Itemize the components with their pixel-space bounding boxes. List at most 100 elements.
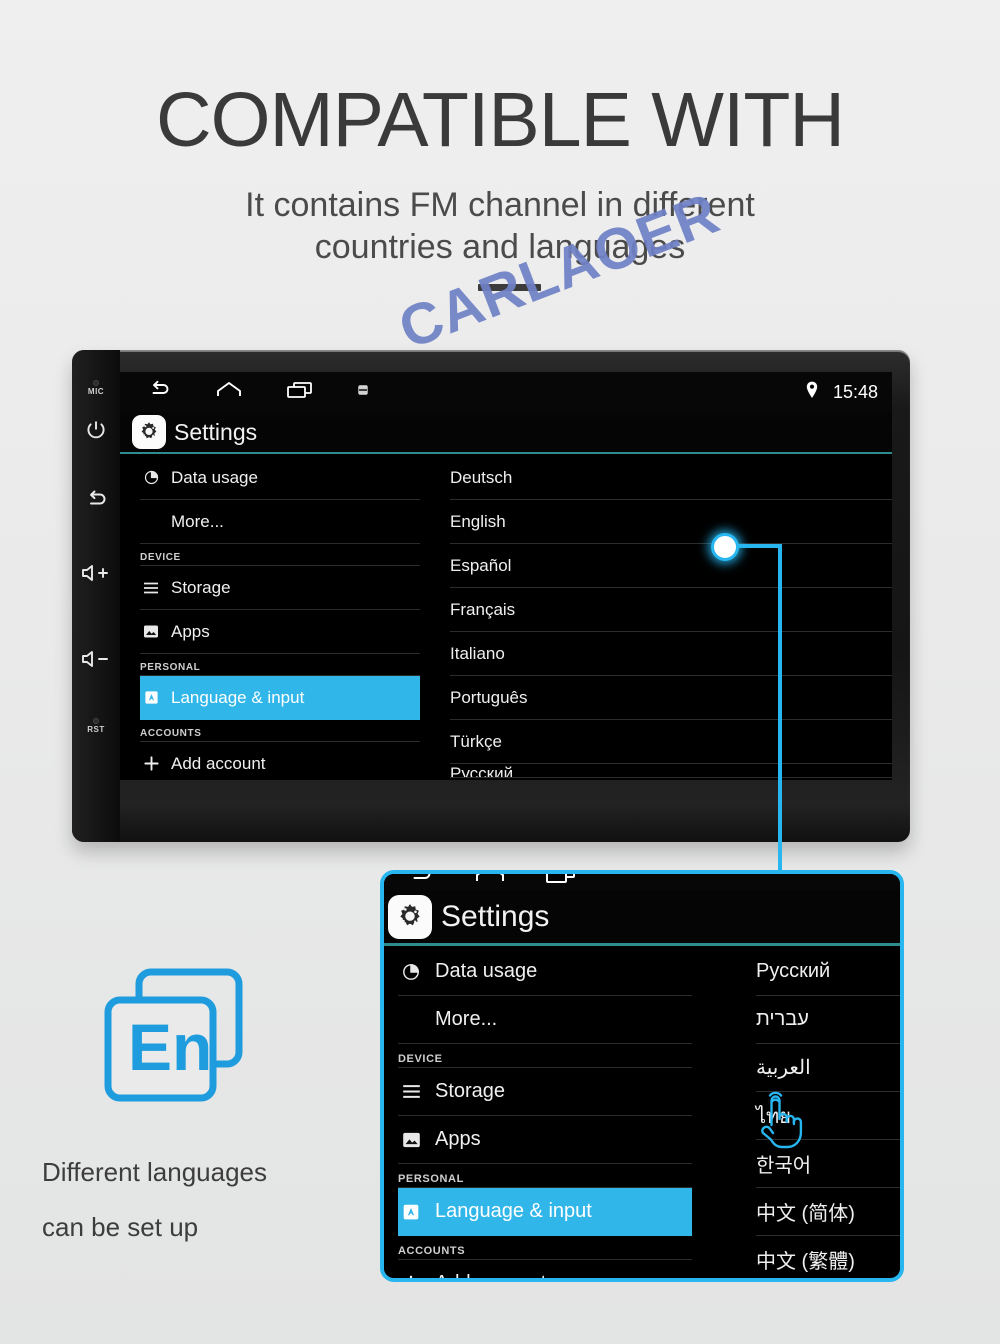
- subtitle-line-2: countries and languages: [314, 228, 686, 266]
- status-bar-right: 15:48: [805, 372, 878, 412]
- callout-line-horizontal: [736, 544, 782, 548]
- language-option[interactable]: 한국어: [756, 1140, 900, 1188]
- inset-app-header: Settings: [384, 890, 900, 946]
- settings-item-label: Language & input: [435, 1200, 592, 1222]
- settings-item-label: More...: [171, 511, 224, 531]
- en-logo-text: En: [128, 1010, 212, 1084]
- storage-icon: [398, 1083, 424, 1100]
- settings-item-more[interactable]: More...: [140, 500, 420, 544]
- settings-item-label: Data usage: [171, 467, 258, 487]
- inset-settings-body: Data usage More... DEVICE Storage Apps P…: [384, 946, 900, 1278]
- language-cards-icon: En: [98, 966, 258, 1116]
- language-option[interactable]: Español: [450, 544, 892, 588]
- reset-pinhole-icon: [93, 718, 99, 724]
- home-icon[interactable]: [474, 874, 506, 890]
- page-title: COMPATIBLE WITH: [155, 77, 845, 163]
- language-option[interactable]: 中文 (繁體): [756, 1236, 900, 1278]
- feature-caption-line-2: can be set up: [42, 1212, 199, 1242]
- android-navigation-bar: 15:48: [120, 372, 892, 412]
- data-usage-icon: [140, 470, 162, 485]
- reset-label: RST: [87, 725, 105, 734]
- settings-item-label: Storage: [171, 577, 231, 597]
- settings-item-label: Apps: [435, 1128, 481, 1150]
- language-option[interactable]: Русский: [450, 764, 892, 778]
- settings-item-data-usage[interactable]: Data usage: [398, 948, 692, 996]
- settings-item-label: Apps: [171, 621, 210, 641]
- inset-settings-menu-column: Data usage More... DEVICE Storage Apps P…: [384, 946, 692, 1278]
- settings-item-label: Language & input: [171, 687, 305, 707]
- location-pin-icon: [805, 381, 819, 404]
- settings-item-label: More...: [435, 1008, 498, 1030]
- home-icon[interactable]: [215, 380, 243, 405]
- mic-label: MIC: [87, 387, 105, 396]
- volume-up-icon: [82, 565, 108, 581]
- settings-menu-column: Data usage More... DEVICE Storage Apps P…: [120, 454, 420, 778]
- reset-button[interactable]: RST: [72, 718, 120, 734]
- back-hardware-button[interactable]: [72, 488, 120, 517]
- gear-glyph: [141, 422, 157, 439]
- settings-gear-icon: [388, 894, 432, 939]
- callout-dot: [711, 533, 739, 561]
- settings-item-storage[interactable]: Storage: [398, 1068, 692, 1116]
- language-icon: [140, 690, 162, 705]
- settings-item-label: Add account: [171, 753, 266, 773]
- language-option[interactable]: Português: [450, 676, 892, 720]
- settings-item-apps[interactable]: Apps: [398, 1116, 692, 1164]
- apps-icon: [140, 624, 162, 639]
- language-option[interactable]: English: [450, 500, 892, 544]
- device-left-bezel: MIC RST: [72, 350, 120, 842]
- language-option[interactable]: Français: [450, 588, 892, 632]
- settings-item-add-account[interactable]: Add account: [398, 1260, 692, 1278]
- clock-time: 15:48: [832, 381, 878, 402]
- recents-icon[interactable]: [544, 874, 578, 890]
- settings-item-add-account[interactable]: Add account: [140, 742, 420, 780]
- settings-category-device: DEVICE: [140, 544, 420, 566]
- language-option[interactable]: Русский: [756, 948, 900, 996]
- volume-up-button[interactable]: [72, 562, 120, 589]
- callout-line-vertical: [778, 544, 782, 876]
- mic-button[interactable]: MIC: [72, 380, 120, 396]
- language-option[interactable]: العربية: [756, 1044, 900, 1092]
- language-list-column: Deutsch English Español Français Italian…: [420, 454, 892, 778]
- settings-gear-icon: [132, 415, 166, 449]
- feature-caption-line-1: Different languages: [42, 1157, 268, 1187]
- settings-item-storage[interactable]: Storage: [140, 566, 420, 610]
- car-head-unit-device: MIC RST 15:48 Settings Data usage More..…: [72, 350, 910, 842]
- language-option[interactable]: Türkçe: [450, 720, 892, 764]
- settings-category-personal: PERSONAL: [140, 654, 420, 676]
- title-divider: [478, 284, 541, 291]
- language-icon: [398, 1203, 424, 1221]
- nav-icon-group: [146, 380, 369, 405]
- settings-item-data-usage[interactable]: Data usage: [140, 456, 420, 500]
- back-icon[interactable]: [406, 874, 436, 890]
- back-icon[interactable]: [146, 380, 173, 405]
- settings-item-apps[interactable]: Apps: [140, 610, 420, 654]
- screenshot-icon[interactable]: [357, 383, 369, 402]
- apps-icon: [398, 1131, 424, 1149]
- mic-icon: [93, 380, 99, 386]
- language-option[interactable]: Italiano: [450, 632, 892, 676]
- settings-category-accounts: ACCOUNTS: [140, 720, 420, 742]
- recents-icon[interactable]: [285, 380, 315, 405]
- page-subtitle: It contains FM channel in different coun…: [0, 184, 1000, 268]
- language-option[interactable]: 中文 (简体): [756, 1188, 900, 1236]
- settings-item-language-input[interactable]: Language & input: [140, 676, 420, 720]
- inset-app-title: Settings: [441, 899, 550, 933]
- settings-category-device: DEVICE: [398, 1044, 692, 1068]
- settings-item-language-input[interactable]: Language & input: [398, 1188, 692, 1236]
- feature-caption: Different languages can be set up: [42, 1145, 372, 1255]
- app-title: Settings: [174, 418, 258, 445]
- language-option[interactable]: Deutsch: [450, 456, 892, 500]
- settings-body: Data usage More... DEVICE Storage Apps P…: [120, 454, 892, 778]
- inset-language-list-column: Русский עברית العربية ไทย 한국어 中文 (简体) 中文…: [692, 946, 900, 1275]
- inset-navigation-bar: [384, 874, 900, 890]
- settings-item-more[interactable]: More...: [398, 996, 692, 1044]
- app-header: Settings: [120, 412, 892, 454]
- subtitle-line-1: It contains FM channel in different: [245, 186, 755, 224]
- volume-down-button[interactable]: [72, 648, 120, 675]
- zoom-inset-panel: Settings Data usage More... DEVICE Stora…: [380, 870, 904, 1282]
- language-option[interactable]: עברית: [756, 996, 900, 1044]
- device-screen: 15:48 Settings Data usage More... DEVICE…: [120, 372, 892, 780]
- power-button[interactable]: [72, 418, 120, 447]
- language-option[interactable]: ไทย: [756, 1092, 900, 1140]
